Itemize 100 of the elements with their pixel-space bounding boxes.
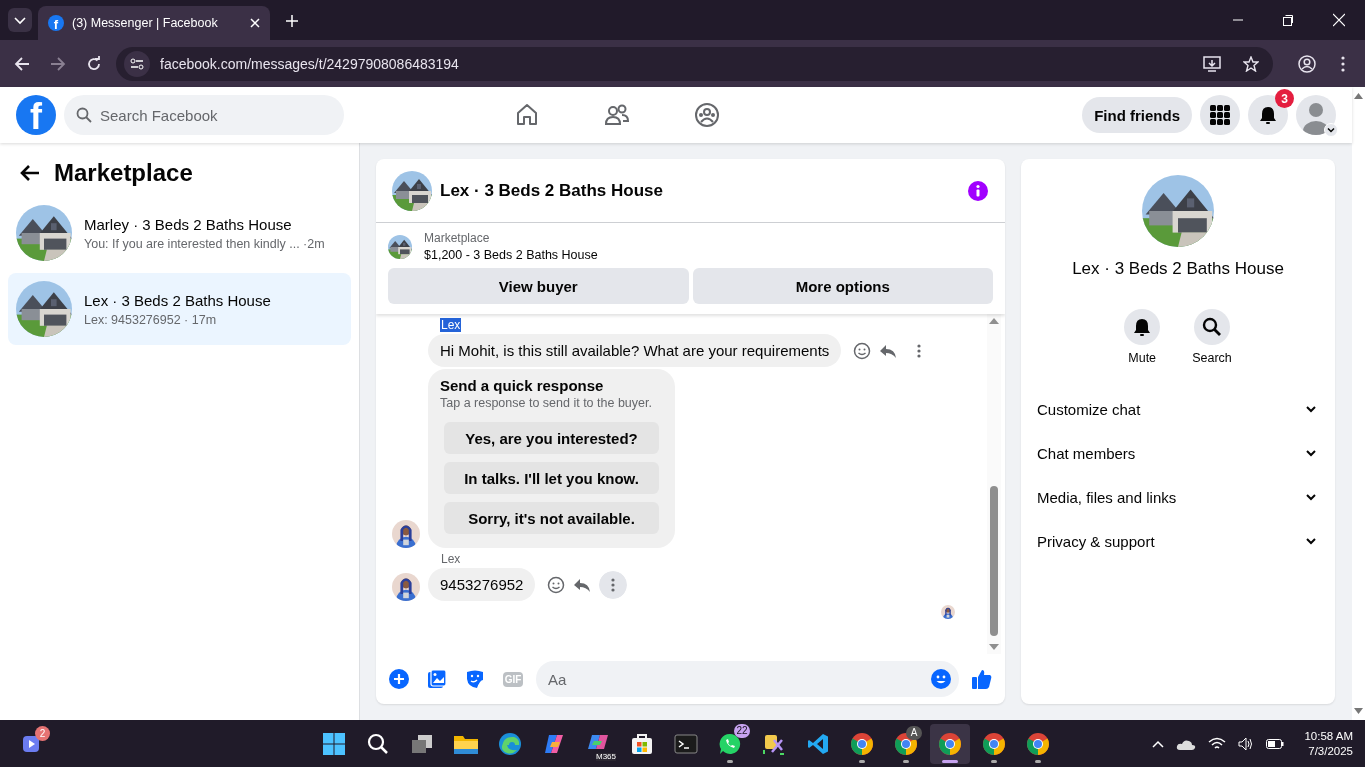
windows-logo-icon xyxy=(322,731,346,756)
chat-list-item[interactable]: Lex · 3 Beds 2 Baths House Lex: 9453276952 · 17m xyxy=(8,273,351,345)
close-icon[interactable] xyxy=(250,18,260,28)
groups-icon[interactable] xyxy=(694,102,720,128)
back-arrow-icon[interactable] xyxy=(20,164,40,182)
scroll-down-icon[interactable] xyxy=(989,644,999,650)
close-icon[interactable] xyxy=(1333,12,1345,28)
back-icon[interactable] xyxy=(14,55,30,72)
smiley-icon[interactable] xyxy=(853,341,872,360)
card-title: Send a quick response xyxy=(440,377,605,394)
listing-title[interactable]: $1,200 - 3 Beds 2 Baths House xyxy=(424,248,598,262)
site-settings-icon[interactable] xyxy=(130,57,144,70)
scroll-down-icon[interactable] xyxy=(1354,708,1363,714)
new-tab-icon[interactable] xyxy=(286,15,298,27)
notifications-button[interactable] xyxy=(1248,95,1288,135)
taskbar-app[interactable] xyxy=(930,723,970,764)
find-friends-button[interactable]: Find friends xyxy=(1082,97,1192,133)
wifi-icon[interactable] xyxy=(1208,736,1227,751)
scrollbar-thumb[interactable] xyxy=(990,486,998,636)
running-indicator xyxy=(991,759,997,763)
apps-menu-button[interactable] xyxy=(1200,95,1240,135)
bell-icon xyxy=(1132,317,1153,337)
details-section[interactable]: Media, files and links xyxy=(1037,475,1319,519)
battery-icon[interactable] xyxy=(1266,738,1285,749)
quick-reply-button[interactable]: In talks. I'll let you know. xyxy=(444,462,659,494)
thumbs-up-icon[interactable] xyxy=(971,668,993,690)
menu-icon[interactable] xyxy=(1341,55,1345,72)
notification-badge: 3 xyxy=(1275,89,1294,108)
cloud-icon[interactable] xyxy=(1176,737,1197,750)
chrome-logo-icon xyxy=(938,731,962,756)
listing-source: Marketplace xyxy=(424,231,491,245)
favicon: f xyxy=(48,15,64,31)
app-badge: A xyxy=(906,725,922,740)
chat-preview: Lex: 9453276952 · 17m xyxy=(84,312,218,327)
speaker-icon[interactable] xyxy=(1238,736,1255,751)
install-app-icon[interactable] xyxy=(1203,55,1221,72)
sidebar-title: Marketplace xyxy=(54,159,193,187)
message-input[interactable]: Aa xyxy=(536,661,959,697)
people-icon[interactable] xyxy=(604,102,630,128)
chevron-up-icon[interactable] xyxy=(1152,739,1165,748)
profile-icon[interactable] xyxy=(1298,54,1316,73)
chat-preview: You: If you are interested then kindly ... ·2m xyxy=(84,236,325,251)
listing-action-button[interactable]: View buyer xyxy=(388,268,689,304)
reload-icon[interactable] xyxy=(86,55,102,72)
quick-reply-button[interactable]: Yes, are you interested? xyxy=(444,422,659,454)
plus-icon[interactable] xyxy=(389,669,409,689)
facebook-logo[interactable]: f xyxy=(16,95,56,135)
taskbar-app[interactable]: A xyxy=(886,723,926,764)
vscode-logo-icon xyxy=(806,731,830,756)
clock[interactable]: 10:58 AM 7/3/2025 xyxy=(1304,730,1353,757)
search-icon xyxy=(366,731,390,756)
running-indicator xyxy=(859,759,865,763)
address-bar[interactable]: facebook.com/messages/t/24297908086483194 xyxy=(116,46,1273,81)
emoji-icon[interactable] xyxy=(931,669,951,689)
running-indicator xyxy=(727,759,733,763)
star-icon[interactable] xyxy=(1243,55,1259,72)
scroll-up-icon[interactable] xyxy=(989,318,999,324)
chrome-logo-icon xyxy=(850,731,874,756)
details-section[interactable]: Privacy & support xyxy=(1037,519,1319,563)
smiley-icon[interactable] xyxy=(547,575,566,594)
info-icon[interactable] xyxy=(967,179,989,202)
restore-icon[interactable] xyxy=(1283,12,1293,28)
browser-tab[interactable]: f (3) Messenger | Facebook xyxy=(38,6,270,40)
scrollbar[interactable] xyxy=(987,314,1001,654)
bell-icon xyxy=(1258,105,1278,125)
search-icon xyxy=(76,107,92,123)
forward-icon xyxy=(50,55,66,72)
scroll-up-icon[interactable] xyxy=(1354,93,1363,99)
conversation-name: Lex · 3 Beds 2 Baths House xyxy=(1072,259,1284,279)
sticker-icon[interactable] xyxy=(465,669,485,689)
running-indicator xyxy=(1035,759,1041,763)
app-badge: 22 xyxy=(734,723,750,738)
sender-name: Lex xyxy=(440,318,462,332)
listing-action-button[interactable]: More options xyxy=(692,268,993,304)
grid-icon xyxy=(1210,105,1230,125)
taskbar-app[interactable]: M365 xyxy=(578,723,618,764)
store-bag-icon xyxy=(630,731,654,756)
notification-badge: 2 xyxy=(35,725,50,741)
running-indicator xyxy=(942,759,958,763)
chat-name: Lex · 3 Beds 2 Baths House xyxy=(84,291,271,309)
quick-reply-button[interactable]: Sorry, it's not available. xyxy=(444,502,659,534)
home-icon[interactable] xyxy=(514,102,540,128)
tab-list-button[interactable] xyxy=(8,8,32,32)
details-section[interactable]: Customize chat xyxy=(1037,387,1319,431)
search-field[interactable]: Search Facebook xyxy=(64,95,344,135)
app-label: M365 xyxy=(596,752,616,761)
taskbar-app[interactable]: 22 xyxy=(710,723,750,764)
search-icon xyxy=(1202,317,1222,337)
chrome-logo-icon xyxy=(1026,731,1050,756)
details-section[interactable]: Chat members xyxy=(1037,431,1319,475)
message-bubble: Hi Mohit, is this still available? What are your requirements xyxy=(428,334,842,367)
sender-name: Lex xyxy=(440,552,462,566)
card-subtitle: Tap a response to send it to the buyer. xyxy=(440,396,653,410)
chevron-down-icon[interactable] xyxy=(1324,123,1338,137)
photo-icon[interactable] xyxy=(427,669,447,689)
running-indicator xyxy=(903,759,909,763)
chat-title: Lex · 3 Beds 2 Baths House xyxy=(440,180,664,201)
chat-name: Marley · 3 Beds 2 Baths House xyxy=(84,215,293,233)
chat-list-item[interactable]: Marley · 3 Beds 2 Baths House You: If you are interested then kindly ... ·2m xyxy=(8,197,351,269)
chrome-logo-icon xyxy=(982,731,1006,756)
